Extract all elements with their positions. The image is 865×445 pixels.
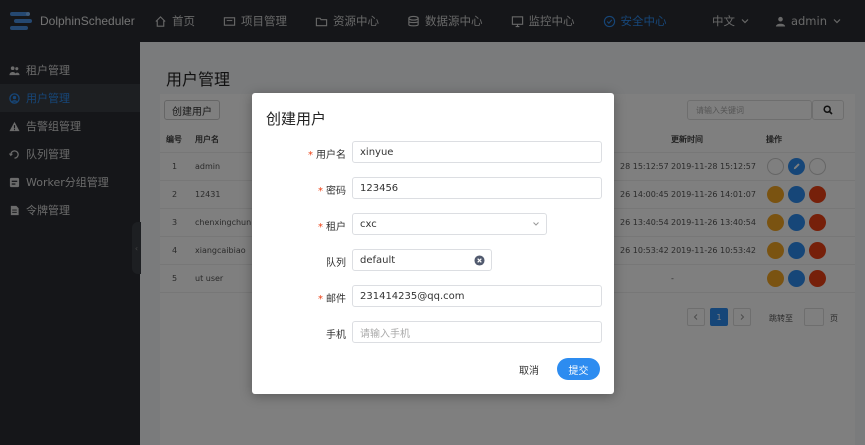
create-user-dialog: 创建用户 * 用户名 xinyue * 密码 123456 * 租户 cxc 队列 d… [252, 93, 614, 394]
password-label-text: 密码 [326, 186, 346, 197]
email-label: * 邮件 [252, 290, 346, 305]
phone-label: 手机 [326, 330, 346, 341]
email-input[interactable]: 231414235@qq.com [352, 285, 602, 307]
tenant-label-text: 租户 [326, 222, 346, 233]
dialog-title: 创建用户 [266, 110, 327, 128]
username-input[interactable]: xinyue [352, 141, 602, 163]
queue-label: 队列 [326, 258, 346, 269]
username-label-text: 用户名 [316, 150, 346, 161]
tenant-select[interactable]: cxc [352, 213, 547, 235]
chevron-down-icon [533, 222, 539, 226]
username-label: * 用户名 [252, 146, 346, 161]
password-input[interactable]: 123456 [352, 177, 602, 199]
clear-icon[interactable] [474, 255, 485, 266]
required-mark: * [318, 222, 323, 233]
required-mark: * [318, 294, 323, 305]
email-label-text: 邮件 [326, 294, 346, 305]
required-mark: * [308, 150, 313, 161]
queue-selected-value: default [360, 254, 396, 266]
password-label: * 密码 [252, 182, 346, 197]
tenant-selected-value: cxc [360, 218, 377, 230]
queue-select[interactable]: default [352, 249, 492, 271]
phone-input[interactable]: 请输入手机 [352, 321, 602, 343]
tenant-label: * 租户 [252, 218, 346, 233]
cancel-button[interactable]: 取消 [515, 358, 543, 380]
required-mark: * [318, 186, 323, 197]
submit-button[interactable]: 提交 [557, 358, 600, 380]
